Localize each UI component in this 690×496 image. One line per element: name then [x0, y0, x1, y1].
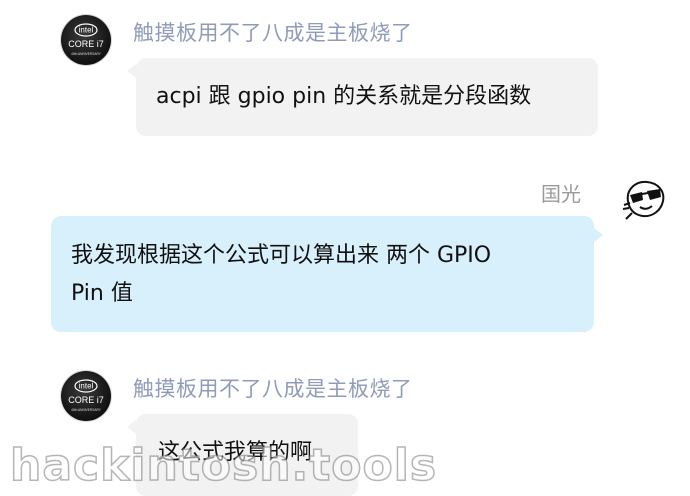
message-text-line: Pin 值: [71, 281, 133, 306]
intel-logo-text: intel: [79, 26, 94, 35]
bubble-tail: [127, 420, 136, 434]
bubble-tail: [594, 228, 603, 242]
intel-core-i7-icon[interactable]: intel CORE i7 40th ANNIVERSARY: [61, 371, 111, 421]
sender-name: 触摸板用不了八成是主板烧了: [133, 377, 413, 401]
sunglasses-face-icon[interactable]: [620, 173, 670, 223]
sender-name: 国光: [541, 182, 581, 206]
core-i7-text: CORE i7: [68, 39, 104, 49]
anniversary-text: 40th ANNIVERSARY: [71, 408, 102, 412]
message-text-line: 我发现根据这个公式可以算出来 两个 GPIO: [71, 243, 492, 268]
intel-logo-text: intel: [79, 382, 94, 391]
intel-core-i7-icon[interactable]: intel CORE i7 40th ANNIVERSARY: [61, 15, 111, 65]
core-i7-text: CORE i7: [68, 395, 104, 405]
sender-name: 触摸板用不了八成是主板烧了: [133, 21, 413, 45]
message-bubble[interactable]: acpi 跟 gpio pin 的关系就是分段函数: [136, 58, 598, 136]
bubble-tail: [127, 64, 136, 78]
message-bubble[interactable]: 我发现根据这个公式可以算出来 两个 GPIO Pin 值: [51, 216, 594, 332]
anniversary-text: 40th ANNIVERSARY: [71, 52, 102, 56]
message-text: acpi 跟 gpio pin 的关系就是分段函数: [156, 84, 532, 109]
chat-view: intel CORE i7 40th ANNIVERSARY 触摸板用不了八成是…: [0, 0, 690, 496]
watermark: hackintosh.tools: [9, 439, 438, 492]
